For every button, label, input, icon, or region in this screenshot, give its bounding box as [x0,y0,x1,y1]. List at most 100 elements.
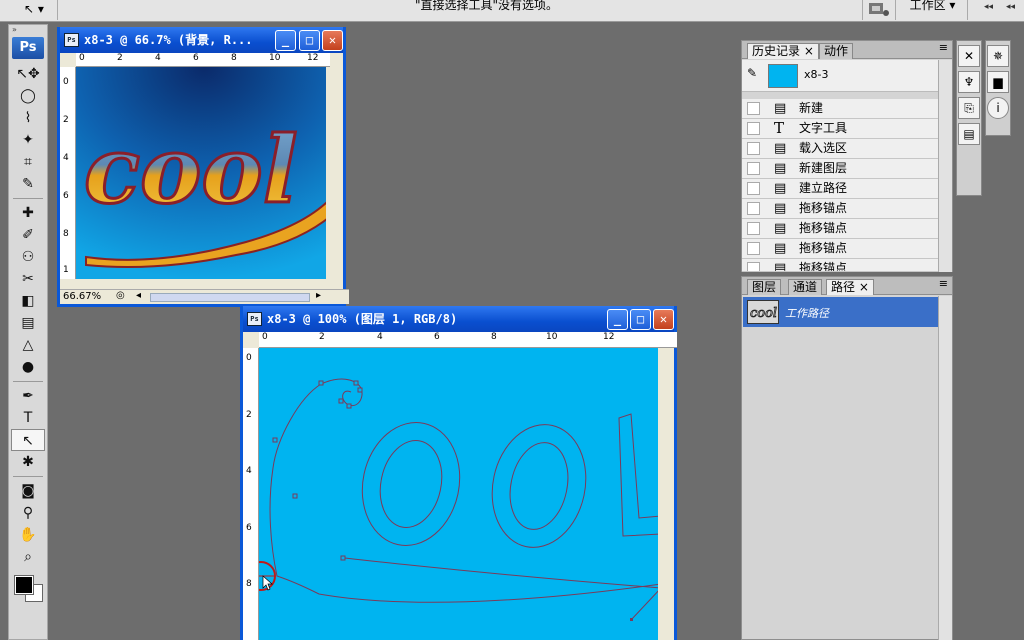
workspace-menu[interactable]: 工作区 ▾ [898,0,968,20]
move-tool-icon[interactable]: ↖✥ [11,63,45,85]
panel-menu-icon[interactable]: ≡ [939,41,948,54]
status-bar: 66.67% ◎ ◂ ▸ [60,289,349,304]
status-menu-icon[interactable]: ◎ [116,290,125,301]
notes-icon[interactable]: ▤ [958,123,980,145]
window-1-titlebar[interactable]: Ps x8-3 @ 66.7% (背景, R... _ □ ✕ [60,27,343,53]
snapshot-label: x8-3 [804,68,829,81]
canvas-1[interactable]: cool [76,67,332,279]
document-window-2: Ps x8-3 @ 100% (图层 1, RGB/8) _ □ ✕ 0 2 4… [240,306,677,640]
clone-source-icon[interactable]: ⎘ [958,97,980,119]
marquee-tool-icon[interactable]: ◯ [11,85,45,107]
info-icon[interactable]: i [987,97,1009,119]
magic-wand-tool-icon[interactable]: ✦ [11,129,45,151]
panel-collapse-icon-2[interactable]: ◂◂ [1006,2,1015,12]
window-2-title: x8-3 @ 100% (图层 1, RGB/8) [267,312,458,326]
ps-logo[interactable]: Ps [12,37,44,59]
eraser-tool-icon[interactable]: ◧ [11,290,45,312]
scroll-right-arrow[interactable]: ▸ [316,290,321,301]
history-step[interactable]: ▤ 拖移锚点 [742,259,938,272]
zoom-level[interactable]: 66.67% [63,291,101,302]
vertical-scrollbar[interactable] [658,348,674,640]
panel-menu-icon[interactable]: ≡ [939,277,948,290]
tools-icon[interactable]: ✕ [958,45,980,67]
color-swatches [9,568,47,604]
tab-channels[interactable]: 通道 [788,279,823,295]
tab-paths[interactable]: 路径 × [826,279,874,295]
maximize-button[interactable]: □ [299,30,320,51]
history-tabs: 历史记录 × 动作 ≡ [742,41,952,59]
crop-tool-icon[interactable]: ⌗ [11,151,45,173]
path-thumbnail: cool [747,300,779,324]
document-window-1: Ps x8-3 @ 66.7% (背景, R... _ □ ✕ 0 2 4 6 … [57,27,349,307]
lasso-tool-icon[interactable]: ⌇ [11,107,45,129]
document-icon: ▤ [774,201,787,216]
type-tool-icon[interactable]: T [11,407,45,429]
custom-shape-tool-icon[interactable]: ✱ [11,451,45,473]
ps-doc-icon: Ps [64,33,79,47]
navigator-icon[interactable]: ✵ [987,45,1009,67]
close-button[interactable]: ✕ [653,309,674,330]
history-step[interactable]: ▤ 拖移锚点 [742,239,938,259]
direct-selection-tool-icon[interactable]: ↖ [11,429,45,451]
horizontal-scrollbar[interactable] [150,293,310,302]
history-step[interactable]: ▤ 拖移锚点 [742,219,938,239]
slice-tool-icon[interactable]: ✎ [11,173,45,195]
snapshot-row[interactable]: ✎ x8-3 [742,60,938,92]
brush-tool-icon[interactable]: ✐ [11,224,45,246]
document-icon: ▤ [774,101,787,116]
minimize-button[interactable]: _ [607,309,628,330]
toolbox-grip[interactable]: » [9,25,47,35]
history-step[interactable]: ▤ 载入选区 [742,139,938,159]
history-brush-icon[interactable]: ✂ [11,268,45,290]
healing-brush-icon[interactable]: ✚ [11,202,45,224]
window-2-titlebar[interactable]: Ps x8-3 @ 100% (图层 1, RGB/8) _ □ ✕ [243,306,674,332]
bridge-icon[interactable] [862,0,896,20]
history-scrollbar[interactable] [938,60,952,272]
document-icon: ▤ [774,161,787,176]
snapshot-brush-icon[interactable]: ✎ [747,66,757,80]
zoom-tool-icon[interactable]: ⌕ [11,546,45,568]
layers-panel: 图层 通道 路径 × ≡ cool 工作路径 [741,276,953,640]
eyedropper-tool-icon[interactable]: ⚲ [11,502,45,524]
horizontal-ruler: 0 2 4 6 8 10 12 [76,53,330,67]
hand-tool-icon[interactable]: ✋ [11,524,45,546]
tab-layers[interactable]: 图层 [747,279,782,295]
vertical-scrollbar[interactable] [326,67,343,279]
brush-preset-icon[interactable]: ♆ [958,71,980,93]
paths-scrollbar[interactable] [938,296,952,640]
dodge-tool-icon[interactable]: ● [11,356,45,378]
pen-tool-icon[interactable]: ✒ [11,385,45,407]
close-button[interactable]: ✕ [322,30,343,51]
blur-tool-icon[interactable]: △ [11,334,45,356]
document-icon: ▤ [774,261,787,272]
panel-collapse-icon[interactable]: ◂◂ [984,2,993,12]
toolbox: » Ps ↖✥ ◯ ⌇ ✦ ⌗ ✎ ✚ ✐ ⚇ ✂ ◧ ▤ △ ● ✒ T ↖ … [8,24,48,640]
svg-text:cool: cool [750,306,777,321]
history-step[interactable]: ▤ 新建图层 [742,159,938,179]
tab-history[interactable]: 历史记录 × [747,43,819,59]
gradient-tool-icon[interactable]: ▤ [11,312,45,334]
notes-tool-icon[interactable]: ◙ [11,480,45,502]
side-dock-1: ✕ ♆ ⎘ ▤ [956,40,982,196]
minimize-button[interactable]: _ [275,30,296,51]
svg-text:cool: cool [84,116,298,224]
tool-preset-picker[interactable]: ↖ ▾ [18,0,58,20]
scroll-left-arrow[interactable]: ◂ [136,290,141,301]
canvas-2[interactable] [259,348,661,640]
history-step[interactable]: ▤ 建立路径 [742,179,938,199]
document-icon: ▤ [774,141,787,156]
side-dock-2: ✵ ▆ i [985,40,1011,136]
history-step[interactable]: T 文字工具 [742,119,938,139]
history-step[interactable]: ▤ 新建 [742,99,938,119]
clone-stamp-icon[interactable]: ⚇ [11,246,45,268]
work-path-row[interactable]: cool 工作路径 [743,297,938,327]
document-icon: ▤ [774,241,787,256]
window-1-title: x8-3 @ 66.7% (背景, R... [84,33,253,47]
foreground-color[interactable] [14,575,34,595]
histogram-icon[interactable]: ▆ [987,71,1009,93]
ps-doc-icon: Ps [247,312,262,326]
history-step[interactable]: ▤ 拖移锚点 [742,199,938,219]
maximize-button[interactable]: □ [630,309,651,330]
tab-actions[interactable]: 动作 [819,43,854,59]
document-icon: ▤ [774,221,787,236]
